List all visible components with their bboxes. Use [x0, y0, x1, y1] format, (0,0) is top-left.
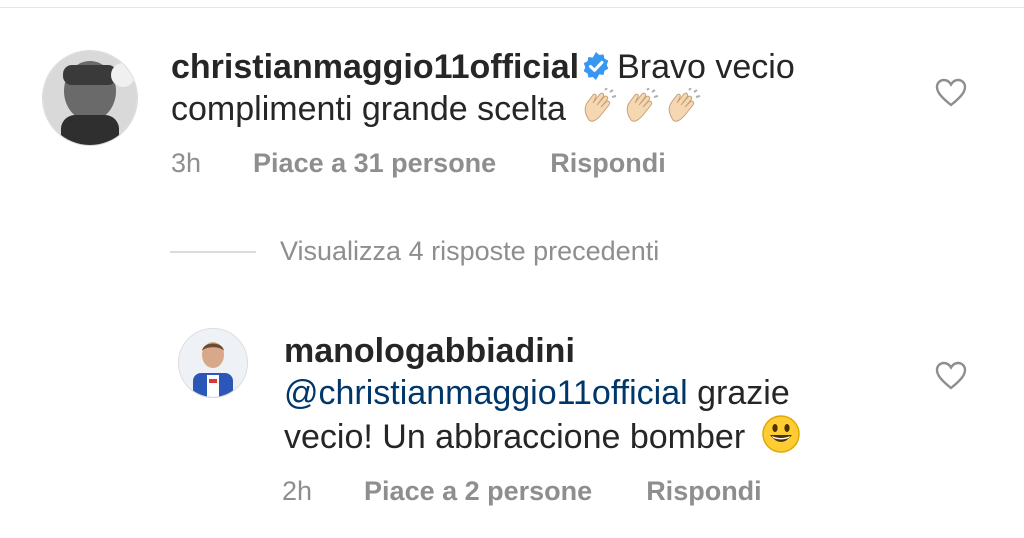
avatar[interactable]: [178, 328, 248, 398]
top-divider: [0, 7, 1024, 8]
likes-link[interactable]: Piace a 2 persone: [364, 476, 592, 507]
comment-text: grazie: [697, 374, 790, 412]
comment-text-line2: vecio! Un abbraccione bomber: [284, 418, 746, 456]
clapping-hands-icon: [581, 87, 617, 136]
reply-button[interactable]: Rispondi: [646, 476, 762, 507]
comment-username[interactable]: christianmaggio11official: [171, 48, 579, 86]
comment-time: 2h: [282, 476, 313, 506]
like-heart-icon[interactable]: [935, 361, 967, 391]
comment-meta: 2h Piace a 2 persone Rispondi: [282, 476, 762, 507]
comment-text: Bravo vecio: [617, 48, 795, 86]
comment-body: manologabbiadini @christianmaggio11offic…: [284, 330, 904, 464]
comment-text-line2: complimenti grande scelta: [171, 90, 566, 128]
comment-body: christianmaggio11official Bravo vecio com…: [171, 46, 891, 136]
view-replies-button[interactable]: Visualizza 4 risposte precedenti: [170, 236, 659, 267]
clapping-hands-icon: [623, 87, 659, 136]
comment-username[interactable]: manologabbiadini: [284, 332, 575, 370]
view-replies-label: Visualizza 4 risposte precedenti: [280, 236, 660, 266]
replies-divider: [170, 250, 256, 253]
avatar[interactable]: [42, 50, 138, 146]
clapping-hands-icon: [665, 87, 701, 136]
grinning-face-icon: [761, 414, 801, 464]
reply-button[interactable]: Rispondi: [550, 148, 666, 179]
comment-meta: 3h Piace a 31 persone Rispondi: [171, 148, 666, 179]
comment-time: 3h: [171, 148, 202, 178]
verified-badge-icon: [583, 52, 609, 80]
likes-link[interactable]: Piace a 31 persone: [253, 148, 496, 179]
mention-link[interactable]: @christianmaggio11official: [284, 374, 688, 412]
like-heart-icon[interactable]: [935, 78, 967, 108]
